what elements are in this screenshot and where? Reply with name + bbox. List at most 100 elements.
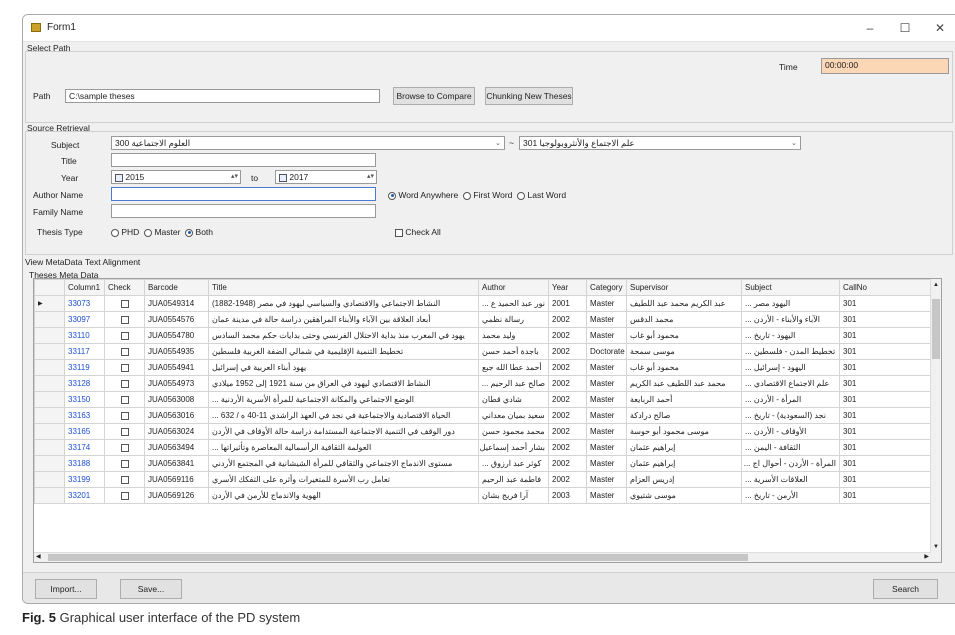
cell-supervisor[interactable]: موسى محمود أبو حوسة	[626, 423, 742, 440]
row-checkbox[interactable]	[120, 443, 129, 452]
cell-category[interactable]: Master	[586, 311, 627, 328]
scroll-right-icon[interactable]: ▶	[924, 553, 929, 560]
col-header-supervisor[interactable]: Supervisor	[626, 279, 742, 296]
import-button[interactable]: Import...	[35, 579, 97, 599]
browse-to-compare-button[interactable]: Browse to Compare	[393, 87, 475, 105]
search-button[interactable]: Search	[873, 579, 938, 599]
cell-column1[interactable]: 33117	[64, 343, 105, 360]
cell-check[interactable]	[104, 455, 145, 472]
table-row[interactable]: 33165 JUA0563024 دور الوقف في التنمية الاج…	[34, 423, 941, 440]
table-row[interactable]: 33119 JUA0554941 يهود أبناء العربية في إسر…	[34, 359, 941, 376]
cell-year[interactable]: 2002	[548, 471, 587, 488]
cell-supervisor[interactable]: صالح درادكة	[626, 407, 742, 424]
tab-text-alignment[interactable]: Text Alignment	[85, 257, 140, 267]
cell-year[interactable]: 2002	[548, 375, 587, 392]
cell-subject[interactable]: تخطيط المدن - فلسطين ...	[741, 343, 840, 360]
cell-callno[interactable]: 301	[839, 359, 941, 376]
cell-supervisor[interactable]: عبد الكريم محمد عبد اللطيف	[626, 295, 742, 312]
scroll-up-icon[interactable]: ▲	[933, 282, 939, 288]
cell-title[interactable]: الهوية والاندماج للأرمن في الأردن	[208, 487, 479, 504]
cell-column1[interactable]: 33201	[64, 487, 105, 504]
cell-author[interactable]: نور عبد الحميد ع ...	[478, 295, 549, 312]
cell-callno[interactable]: 301	[839, 487, 941, 504]
check-all-option[interactable]: Check All	[395, 227, 441, 237]
cell-barcode[interactable]: JUA0569126	[144, 487, 209, 504]
row-checkbox[interactable]	[120, 459, 129, 468]
spinner-icon[interactable]: ▴▾	[367, 172, 374, 180]
cell-title[interactable]: مستوى الاندماج الاجتماعي والثقافي للمرأة…	[208, 455, 479, 472]
cell-barcode[interactable]: JUA0549314	[144, 295, 209, 312]
table-row[interactable]: 33117 JUA0554935 تخطيط التنمية الإقليمية ف…	[34, 343, 941, 360]
minimize-button[interactable]: –	[855, 19, 885, 37]
row-header[interactable]	[34, 311, 65, 328]
cell-supervisor[interactable]: محمد الدقس	[626, 311, 742, 328]
cell-supervisor[interactable]: محمود أبو غاب	[626, 359, 742, 376]
cell-title[interactable]: يهود في المغرب منذ بداية الاحتلال الفرنس…	[208, 327, 479, 344]
spinner-icon[interactable]: ▴▾	[231, 172, 238, 180]
row-checkbox[interactable]	[120, 347, 129, 356]
table-row[interactable]: 33199 JUA0569116 تعامل رب الأسرة للمتغيرات…	[34, 471, 941, 488]
vertical-scrollbar[interactable]: ▲ ▼	[930, 279, 941, 562]
cell-subject[interactable]: نجد (السعودية) - تاريخ ...	[741, 407, 840, 424]
cell-year[interactable]: 2002	[548, 439, 587, 456]
row-header[interactable]: ▶	[34, 295, 65, 312]
scroll-down-icon[interactable]: ▼	[933, 544, 939, 550]
cell-category[interactable]: Master	[586, 471, 627, 488]
cell-subject[interactable]: اليهود - إسرائيل ...	[741, 359, 840, 376]
cell-callno[interactable]: 301	[839, 375, 941, 392]
path-input[interactable]: C:\sample theses	[65, 89, 380, 103]
author-name-input[interactable]	[111, 187, 376, 201]
table-row[interactable]: 33150 JUA0563008 الوضع الاجتماعي والمكانة …	[34, 391, 941, 408]
master-radio[interactable]	[144, 228, 153, 237]
row-header[interactable]	[34, 423, 65, 440]
cell-barcode[interactable]: JUA0554780	[144, 327, 209, 344]
cell-check[interactable]	[104, 423, 145, 440]
cell-supervisor[interactable]: إبراهيم عثمان	[626, 439, 742, 456]
cell-year[interactable]: 2002	[548, 311, 587, 328]
cell-title[interactable]: النشاط الاجتماعي والاقتصادي والسياسي ليه…	[208, 295, 479, 312]
cell-subject[interactable]: علم الاجتماع الاقتصادي ...	[741, 375, 840, 392]
row-header[interactable]	[34, 439, 65, 456]
cell-check[interactable]	[104, 407, 145, 424]
cell-year[interactable]: 2003	[548, 487, 587, 504]
first-word-radio[interactable]	[462, 191, 471, 200]
row-header[interactable]	[34, 407, 65, 424]
col-header-category[interactable]: Category	[586, 279, 627, 296]
cell-subject[interactable]: اليهود - تاريخ ...	[741, 327, 840, 344]
row-checkbox[interactable]	[120, 475, 129, 484]
word-anywhere-radio[interactable]	[388, 191, 396, 200]
cell-category[interactable]: Doctorate	[586, 343, 627, 360]
cell-supervisor[interactable]: موسى شتيوي	[626, 487, 742, 504]
row-header[interactable]	[34, 471, 65, 488]
row-header[interactable]	[34, 391, 65, 408]
cell-year[interactable]: 2002	[548, 359, 587, 376]
cell-category[interactable]: Master	[586, 423, 627, 440]
col-header-subject[interactable]: Subject	[741, 279, 840, 296]
cell-callno[interactable]: 301	[839, 295, 941, 312]
table-row[interactable]: 33188 JUA0563841 مستوى الاندماج الاجتماعي …	[34, 455, 941, 472]
cell-author[interactable]: باجدة أحمد حسن	[478, 343, 549, 360]
cell-callno[interactable]: 301	[839, 311, 941, 328]
cell-category[interactable]: Master	[586, 391, 627, 408]
table-row[interactable]: 33163 JUA0563016 الحياة الاقتصادية والاجتم…	[34, 407, 941, 424]
cell-check[interactable]	[104, 471, 145, 488]
cell-year[interactable]: 2001	[548, 295, 587, 312]
year-from-checkbox[interactable]	[115, 173, 123, 182]
table-row[interactable]: ▶ 33073 JUA0549314 النشاط الاجتماعي والاقتص…	[34, 295, 941, 312]
scrollbar-thumb[interactable]	[932, 299, 940, 359]
cell-title[interactable]: العولمة الثقافية الرأسمالية المعاصرة وتأ…	[208, 439, 479, 456]
phd-radio[interactable]	[111, 228, 119, 237]
save-button[interactable]: Save...	[120, 579, 182, 599]
row-checkbox[interactable]	[120, 363, 129, 372]
cell-year[interactable]: 2002	[548, 391, 587, 408]
cell-barcode[interactable]: JUA0554576	[144, 311, 209, 328]
cell-category[interactable]: Master	[586, 439, 627, 456]
cell-check[interactable]	[104, 359, 145, 376]
col-header-check[interactable]: Check	[104, 279, 145, 296]
title-input[interactable]	[111, 153, 376, 167]
cell-year[interactable]: 2002	[548, 327, 587, 344]
cell-title[interactable]: تخطيط التنمية الإقليمية في شمالي الضفة ا…	[208, 343, 479, 360]
cell-barcode[interactable]: JUA0563008	[144, 391, 209, 408]
cell-column1[interactable]: 33199	[64, 471, 105, 488]
cell-title[interactable]: النشاط الاقتصادي ليهود في العراق من سنة …	[208, 375, 479, 392]
